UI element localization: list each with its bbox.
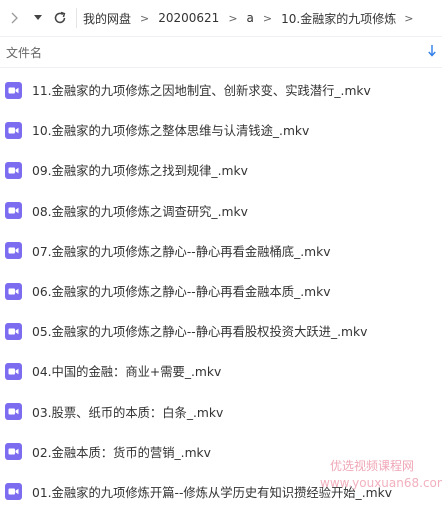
video-file-icon xyxy=(5,282,22,300)
file-name: 04.中国的金融：商业+需要_.mkv xyxy=(32,365,222,380)
watermark: 优选视频课程网 www.youxuan68.com xyxy=(320,458,442,492)
breadcrumb-folder-a[interactable]: a xyxy=(247,11,254,25)
column-header-filename[interactable]: 文件名 xyxy=(6,44,42,61)
file-row[interactable]: 07.金融家的九项修炼之静心--静心再看金融桶底_.mkv xyxy=(0,231,442,271)
file-name: 08.金融家的九项修炼之调查研究_.mkv xyxy=(32,204,248,219)
file-list-header: 文件名 xyxy=(0,36,442,68)
video-file-icon xyxy=(5,443,22,461)
watermark-title: 优选视频课程网 xyxy=(330,459,415,473)
file-row[interactable]: 10.金融家的九项修炼之整体思维与认清钱途_.mkv xyxy=(0,110,442,150)
file-row[interactable]: 05.金融家的九项修炼之静心--静心再看股权投资大跃进_.mkv xyxy=(0,311,442,351)
breadcrumb-separator: > xyxy=(140,11,150,25)
file-name: 05.金融家的九项修炼之静心--静心再看股权投资大跃进_.mkv xyxy=(32,325,368,340)
video-file-icon xyxy=(5,403,22,421)
video-file-icon xyxy=(5,121,22,139)
file-list: 11.金融家的九项修炼之因地制宜、创新求变、实践潜行_.mkv 10.金融家的九项… xyxy=(0,70,442,512)
breadcrumb-folder-20200621[interactable]: 20200621 xyxy=(158,11,219,25)
video-file-icon xyxy=(5,202,22,220)
video-file-icon xyxy=(5,242,22,260)
top-toolbar: 我的网盘 > 20200621 > a > 10.金融家的九项修炼 > xyxy=(0,0,442,36)
video-file-icon xyxy=(5,81,22,99)
video-file-icon xyxy=(5,322,22,340)
file-row[interactable]: 11.金融家的九项修炼之因地制宜、创新求变、实践潜行_.mkv xyxy=(0,70,442,110)
breadcrumb-separator: > xyxy=(262,11,273,25)
file-row[interactable]: 04.中国的金融：商业+需要_.mkv xyxy=(0,351,442,391)
breadcrumb-separator: > xyxy=(404,11,414,25)
breadcrumb-root[interactable]: 我的网盘 xyxy=(83,10,131,27)
file-row[interactable]: 06.金融家的九项修炼之静心--静心再看金融本质_.mkv xyxy=(0,271,442,311)
file-name: 11.金融家的九项修炼之因地制宜、创新求变、实践潜行_.mkv xyxy=(32,84,371,99)
toolbar-divider xyxy=(76,8,77,28)
file-name: 06.金融家的九项修炼之静心--静心再看金融本质_.mkv xyxy=(32,285,331,300)
forward-chevron-icon[interactable] xyxy=(4,8,24,28)
file-name: 02.金融本质：货币的营销_.mkv xyxy=(32,445,211,460)
breadcrumb-current-folder[interactable]: 10.金融家的九项修炼 xyxy=(281,10,396,27)
file-name: 09.金融家的九项修炼之找到规律_.mkv xyxy=(32,164,248,179)
refresh-icon[interactable] xyxy=(50,8,70,28)
video-file-icon xyxy=(5,362,22,380)
video-file-icon xyxy=(5,161,22,179)
file-name: 03.股票、纸币的本质：白条_.mkv xyxy=(32,405,224,420)
file-row[interactable]: 03.股票、纸币的本质：白条_.mkv xyxy=(0,392,442,432)
breadcrumb-separator: > xyxy=(228,11,238,25)
history-dropdown-caret-icon[interactable] xyxy=(28,8,48,28)
sort-down-icon[interactable] xyxy=(428,45,436,60)
file-name: 07.金融家的九项修炼之静心--静心再看金融桶底_.mkv xyxy=(32,244,331,259)
file-row[interactable]: 08.金融家的九项修炼之调查研究_.mkv xyxy=(0,191,442,231)
watermark-url: www.youxuan68.com xyxy=(320,476,442,490)
file-row[interactable]: 09.金融家的九项修炼之找到规律_.mkv xyxy=(0,150,442,190)
video-file-icon xyxy=(5,483,22,501)
file-name: 10.金融家的九项修炼之整体思维与认清钱途_.mkv xyxy=(32,124,310,139)
